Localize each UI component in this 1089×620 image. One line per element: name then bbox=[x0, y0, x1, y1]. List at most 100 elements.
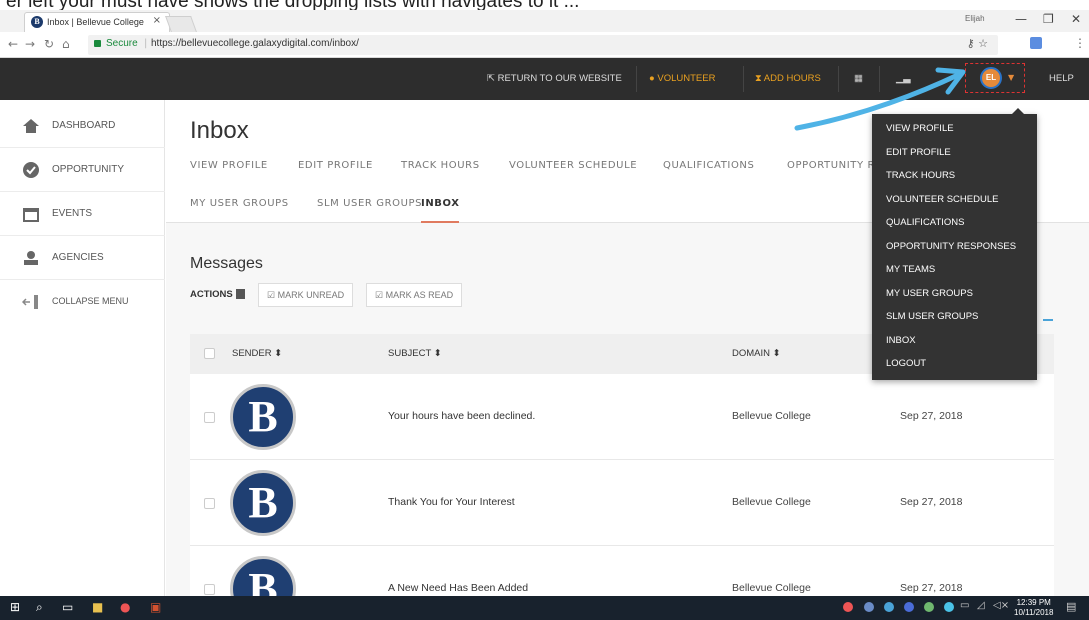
dropdown-item-my-user-groups[interactable]: MY USER GROUPS bbox=[886, 288, 973, 299]
message-subject[interactable]: Your hours have been declined. bbox=[388, 410, 535, 422]
sidebar-item-label: COLLAPSE MENU bbox=[52, 296, 129, 306]
mark-read-label: MARK AS READ bbox=[385, 290, 454, 300]
volunteer-link[interactable]: ● VOLUNTEER bbox=[649, 73, 715, 84]
network-icon[interactable]: ◿ bbox=[977, 600, 985, 611]
tab-edit-profile[interactable]: EDIT PROFILE bbox=[298, 160, 373, 171]
tab-inbox[interactable]: INBOX bbox=[421, 198, 460, 209]
row-checkbox[interactable] bbox=[204, 498, 215, 509]
calendar-icon bbox=[23, 208, 39, 222]
dropdown-item-view-profile[interactable]: VIEW PROFILE bbox=[886, 123, 954, 134]
home-icon[interactable]: ⌂ bbox=[62, 37, 70, 51]
row-checkbox[interactable] bbox=[204, 584, 215, 595]
user-menu-toggle[interactable]: EL ▼ bbox=[965, 63, 1025, 93]
column-header-label: DOMAIN bbox=[732, 348, 770, 359]
forward-icon[interactable]: → bbox=[25, 37, 35, 51]
sidebar-item-opportunity[interactable]: OPPORTUNITY bbox=[0, 148, 165, 192]
close-tab-icon[interactable]: × bbox=[153, 15, 161, 26]
select-all-checkbox[interactable] bbox=[204, 348, 215, 359]
table-row[interactable]: B Thank You for Your Interest Bellevue C… bbox=[190, 460, 1054, 546]
maximize-icon[interactable]: ❐ bbox=[1043, 12, 1054, 26]
header-divider bbox=[743, 66, 744, 92]
page-title: Inbox bbox=[190, 117, 249, 144]
mark-unread-button[interactable]: ☑ MARK UNREAD bbox=[258, 283, 354, 307]
row-checkbox[interactable] bbox=[204, 412, 215, 423]
tab-opportunity-responses[interactable]: OPPORTUNITY R bbox=[787, 160, 875, 171]
powerpoint-icon[interactable]: ▣ bbox=[150, 600, 161, 614]
window-user-label: Elijah bbox=[965, 14, 985, 23]
stats-icon[interactable]: ▁▃ bbox=[896, 73, 911, 84]
windows-start-icon[interactable]: ⊞ bbox=[10, 600, 20, 614]
browser-menu-icon[interactable]: ⋮ bbox=[1074, 36, 1086, 50]
clock-date: 10/11/2018 bbox=[1014, 608, 1054, 617]
url-field[interactable]: Secure | https://bellevuecollege.galaxyd… bbox=[88, 35, 998, 55]
dropdown-item-slm-user-groups[interactable]: SLM USER GROUPS bbox=[886, 311, 978, 322]
help-link[interactable]: HELP bbox=[1049, 73, 1074, 84]
message-subject[interactable]: A New Need Has Been Added bbox=[388, 582, 528, 594]
tray-icon[interactable] bbox=[884, 602, 894, 612]
bookmark-star-icon[interactable]: ⚷ ☆ bbox=[967, 37, 988, 50]
tray-icon[interactable] bbox=[904, 602, 914, 612]
add-hours-label: ADD HOURS bbox=[763, 73, 821, 84]
reload-icon[interactable]: ↻ bbox=[44, 37, 54, 51]
dropdown-item-opportunity-responses[interactable]: OPPORTUNITY RESPONSES bbox=[886, 241, 1016, 252]
taskbar-clock[interactable]: 12:39 PM 10/11/2018 bbox=[1014, 598, 1053, 618]
sidebar-item-agencies[interactable]: AGENCIES bbox=[0, 236, 165, 280]
dropdown-item-edit-profile[interactable]: EDIT PROFILE bbox=[886, 147, 951, 158]
download-icon[interactable] bbox=[1043, 319, 1053, 329]
tray-icon[interactable] bbox=[924, 602, 934, 612]
return-website-link[interactable]: ⇱ RETURN TO OUR WEBSITE bbox=[487, 73, 622, 84]
header-divider bbox=[879, 66, 880, 92]
mark-read-button[interactable]: ☑ MARK AS READ bbox=[366, 283, 463, 307]
column-header-label: SUBJECT bbox=[388, 348, 432, 359]
tray-icon[interactable] bbox=[843, 602, 853, 612]
active-tab-indicator bbox=[421, 221, 459, 223]
message-domain: Bellevue College bbox=[732, 582, 811, 594]
return-icon: ⇱ bbox=[487, 73, 495, 84]
task-view-icon[interactable]: ▭ bbox=[62, 600, 73, 614]
column-header-sender[interactable]: SENDER ⬍ bbox=[232, 348, 282, 359]
return-label: RETURN TO OUR WEBSITE bbox=[497, 73, 622, 84]
table-row[interactable]: B A New Need Has Been Added Bellevue Col… bbox=[190, 546, 1054, 596]
tray-icon[interactable] bbox=[864, 602, 874, 612]
volume-icon[interactable]: ◁× bbox=[993, 600, 1009, 611]
column-header-subject[interactable]: SUBJECT ⬍ bbox=[388, 348, 442, 359]
sender-logo: B bbox=[230, 384, 296, 450]
add-hours-link[interactable]: ⧗ ADD HOURS bbox=[755, 73, 821, 84]
tab-slm-user-groups[interactable]: SLM USER GROUPS bbox=[317, 198, 422, 209]
sidebar-item-collapse-menu[interactable]: COLLAPSE MENU bbox=[0, 280, 165, 324]
new-tab-button[interactable] bbox=[165, 16, 197, 32]
dropdown-item-track-hours[interactable]: TRACK HOURS bbox=[886, 170, 955, 181]
search-icon[interactable]: ⌕ bbox=[36, 600, 43, 615]
trash-icon[interactable] bbox=[236, 289, 245, 299]
dropdown-item-volunteer-schedule[interactable]: VOLUNTEER SCHEDULE bbox=[886, 194, 998, 205]
battery-icon[interactable]: ▭ bbox=[960, 600, 969, 611]
dropdown-item-logout[interactable]: LOGOUT bbox=[886, 358, 926, 369]
secure-label: Secure bbox=[106, 38, 138, 49]
back-icon[interactable]: ← bbox=[8, 37, 18, 51]
file-explorer-icon[interactable]: ■ bbox=[92, 600, 103, 614]
calendar-icon[interactable]: ▦ bbox=[854, 73, 863, 84]
address-bar: ← → ↻ ⌂ Secure | https://bellevuecollege… bbox=[0, 32, 1089, 58]
close-window-icon[interactable]: ✕ bbox=[1071, 12, 1081, 26]
tray-icon[interactable] bbox=[944, 602, 954, 612]
tab-my-user-groups[interactable]: MY USER GROUPS bbox=[190, 198, 289, 209]
notifications-icon[interactable]: ▤ bbox=[1066, 600, 1076, 613]
dropdown-item-inbox[interactable]: INBOX bbox=[886, 335, 916, 346]
sidebar-item-events[interactable]: EVENTS bbox=[0, 192, 165, 236]
dropdown-item-my-teams[interactable]: MY TEAMS bbox=[886, 264, 935, 275]
extension-icon[interactable] bbox=[1030, 37, 1042, 49]
column-header-domain[interactable]: DOMAIN ⬍ bbox=[732, 348, 781, 359]
tab-qualifications[interactable]: QUALIFICATIONS bbox=[663, 160, 754, 171]
sidebar-item-dashboard[interactable]: DASHBOARD bbox=[0, 104, 165, 148]
volunteer-label: VOLUNTEER bbox=[657, 73, 716, 84]
chrome-icon[interactable]: ● bbox=[120, 600, 130, 614]
actions-label: ACTIONS bbox=[190, 289, 233, 300]
dropdown-item-qualifications[interactable]: QUALIFICATIONS bbox=[886, 217, 964, 228]
tab-volunteer-schedule[interactable]: VOLUNTEER SCHEDULE bbox=[509, 160, 637, 171]
minimize-icon[interactable]: — bbox=[1015, 12, 1027, 26]
table-row[interactable]: B Your hours have been declined. Bellevu… bbox=[190, 374, 1054, 460]
browser-tab[interactable]: B Inbox | Bellevue College × bbox=[24, 12, 170, 32]
tab-track-hours[interactable]: TRACK HOURS bbox=[401, 160, 480, 171]
tab-view-profile[interactable]: VIEW PROFILE bbox=[190, 160, 268, 171]
message-subject[interactable]: Thank You for Your Interest bbox=[388, 496, 515, 508]
